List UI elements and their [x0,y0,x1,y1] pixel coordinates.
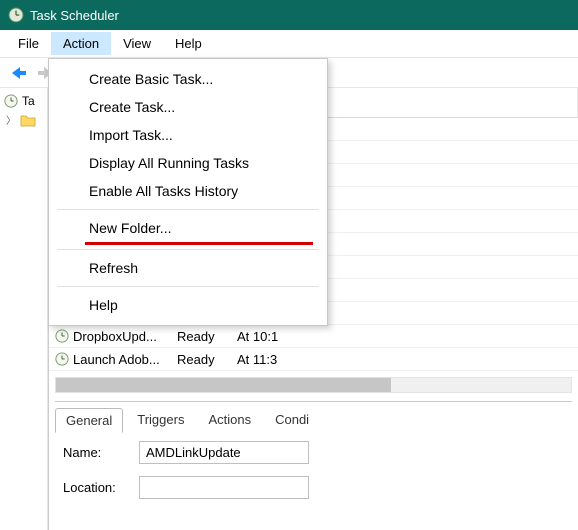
tab-conditions[interactable]: Condi [265,408,319,433]
details-name-input[interactable] [139,441,309,464]
tab-general[interactable]: General [55,408,123,433]
tree-root[interactable]: Ta [0,92,47,110]
scrollbar-thumb[interactable] [56,378,391,392]
chevron-right-icon[interactable]: 〉 [6,112,16,127]
details-tabs: General Triggers Actions Condi [55,401,572,433]
menu-import-task[interactable]: Import Task... [49,121,327,149]
clock-icon [4,94,18,108]
tree-library[interactable]: 〉 [0,110,47,129]
menu-display-running[interactable]: Display All Running Tasks [49,149,327,177]
horizontal-scrollbar[interactable] [55,377,572,393]
menu-separator [57,209,319,210]
task-name: DropboxUpd... [73,329,157,344]
task-name: Launch Adob... [73,352,160,367]
task-icon [55,352,69,366]
task-trigger: At 11:3 [237,352,578,367]
menu-help[interactable]: Help [49,291,327,319]
title-bar: Task Scheduler [0,0,578,30]
task-trigger: At 10:1 [237,329,578,344]
tab-actions[interactable]: Actions [198,408,261,433]
tab-triggers[interactable]: Triggers [127,408,194,433]
task-status: Ready [177,329,237,344]
menu-separator [57,286,319,287]
table-row[interactable]: DropboxUpd... ReadyAt 10:1 [49,325,578,348]
menu-help[interactable]: Help [163,32,214,55]
details-panel: Name: Location: [49,433,578,507]
menu-new-folder[interactable]: New Folder... [49,214,327,242]
highlight-underline [85,242,313,245]
details-name-label: Name: [63,445,139,460]
menu-refresh[interactable]: Refresh [49,254,327,282]
menu-separator [57,249,319,250]
task-status: Ready [177,352,237,367]
menu-file[interactable]: File [6,32,51,55]
menu-create-basic-task[interactable]: Create Basic Task... [49,65,327,93]
details-location-label: Location: [63,480,139,495]
tree-pane: Ta 〉 [0,88,48,530]
tree-root-label: Ta [22,94,35,108]
window-title: Task Scheduler [30,8,119,23]
action-menu-dropdown: Create Basic Task... Create Task... Impo… [48,58,328,326]
folder-icon [20,113,36,127]
menu-create-task[interactable]: Create Task... [49,93,327,121]
task-icon [55,329,69,343]
menu-view[interactable]: View [111,32,163,55]
app-icon [8,7,24,23]
menu-action[interactable]: Action [51,32,111,55]
table-row[interactable]: Launch Adob... ReadyAt 11:3 [49,348,578,371]
menu-enable-history[interactable]: Enable All Tasks History [49,177,327,205]
menu-bar: File Action View Help [0,30,578,58]
back-button[interactable] [6,63,30,83]
details-location-input[interactable] [139,476,309,499]
